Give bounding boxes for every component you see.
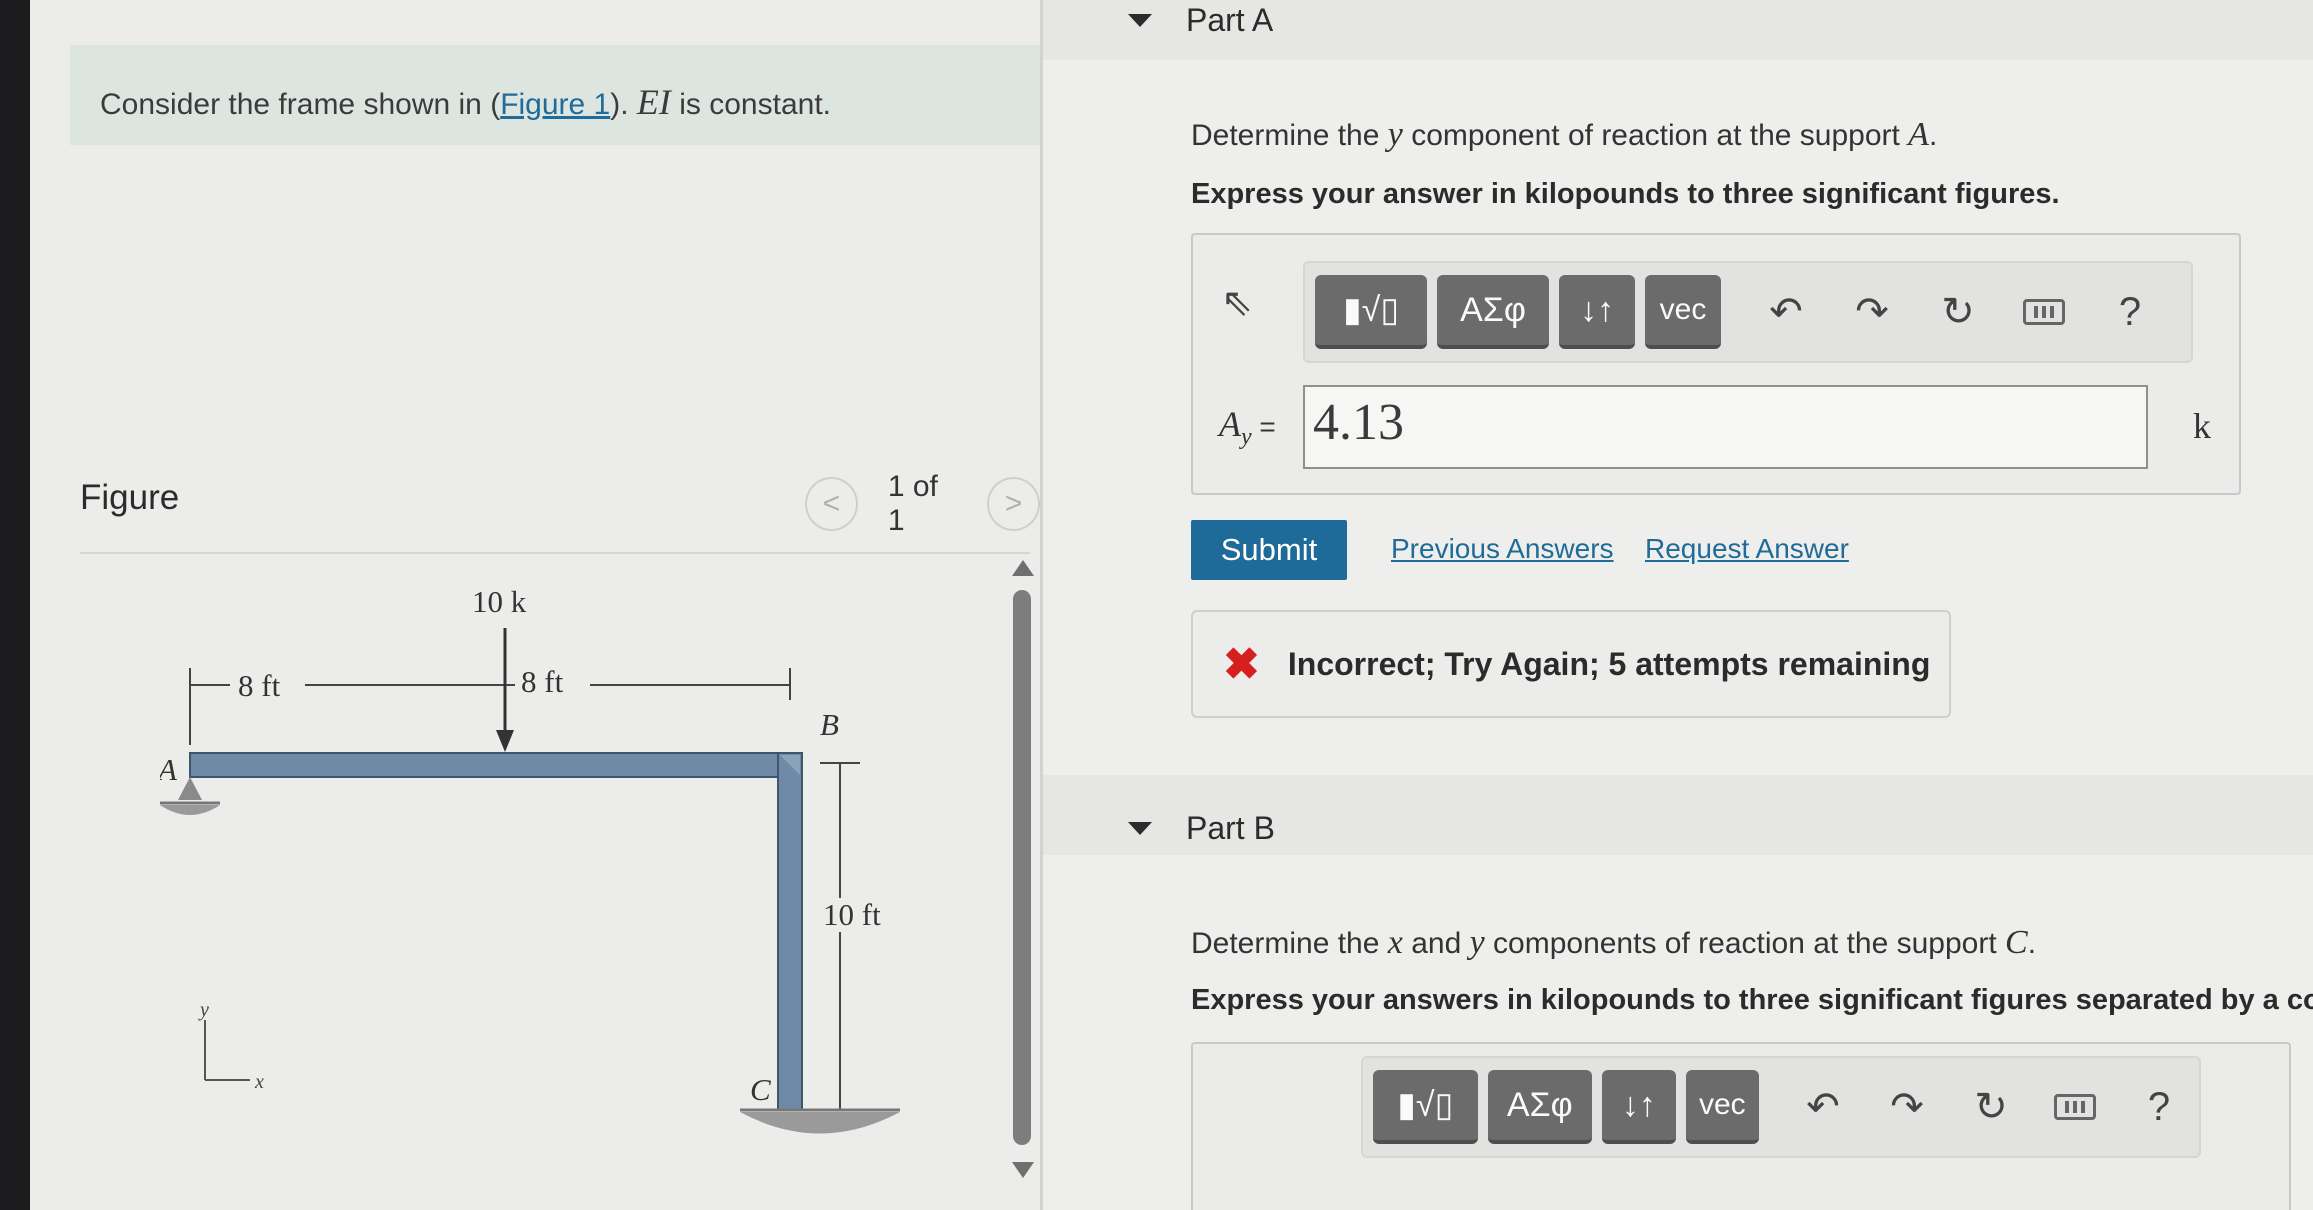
question-and: and xyxy=(1402,927,1470,960)
answer-var-sub: y xyxy=(1241,424,1252,451)
figure-page-indicator: 1 of 1 xyxy=(887,470,938,537)
column-bc xyxy=(777,752,803,1111)
part-a-math-toolbar: ▮√▯ ΑΣφ ↓↑ vec ↶ ↷ ↻ ? xyxy=(1303,261,2193,363)
load-arrow-head xyxy=(496,730,514,752)
question-variable: y xyxy=(1387,116,1403,153)
question-y: y xyxy=(1469,924,1485,961)
ground-a xyxy=(160,805,220,815)
submit-button[interactable]: Submit xyxy=(1191,520,1347,580)
previous-figure-button[interactable]: < xyxy=(805,477,858,531)
axis-x-label: x xyxy=(254,1071,264,1093)
point-c-label: C xyxy=(750,1072,771,1107)
point-b-label: B xyxy=(820,707,839,742)
mouse-cursor-icon: ⇖ xyxy=(1221,282,1253,324)
left-pane: Consider the frame shown in (Figure 1). … xyxy=(30,0,1041,1210)
figure-link[interactable]: Figure 1 xyxy=(500,88,610,121)
frame-diagram: 8 ft 8 ft 10 k A B 10 ft C y x xyxy=(160,584,900,1134)
part-a-header[interactable]: Part A xyxy=(1128,2,1273,39)
figure-title: Figure xyxy=(80,478,180,517)
pin-support-a xyxy=(178,777,202,800)
keyboard-icon[interactable] xyxy=(2013,281,2075,343)
answer-equals: = xyxy=(1251,411,1276,442)
collapse-triangle-icon[interactable] xyxy=(1128,822,1152,835)
problem-statement: Consider the frame shown in (Figure 1). … xyxy=(70,45,1040,145)
figure-divider xyxy=(80,552,1030,554)
subscript-button[interactable]: ↓↑ xyxy=(1602,1070,1676,1144)
vector-button[interactable]: vec xyxy=(1645,275,1721,349)
load-label: 10 k xyxy=(472,584,527,619)
greek-symbols-button[interactable]: ΑΣφ xyxy=(1487,1070,1592,1144)
feedback-text: Incorrect; Try Again; 5 attempts remaini… xyxy=(1287,645,1931,682)
question-middle: component of reaction at the support xyxy=(1402,119,1909,152)
ei-symbol: EI xyxy=(636,82,671,122)
redo-icon[interactable]: ↷ xyxy=(1877,1076,1937,1138)
problem-text-suffix: is constant. xyxy=(670,88,831,121)
redo-icon[interactable]: ↷ xyxy=(1841,281,1903,343)
help-icon[interactable]: ? xyxy=(2129,1076,2189,1138)
question-support: C xyxy=(2005,924,2028,961)
part-a-instruction: Express your answer in kilopounds to thr… xyxy=(1191,178,2060,210)
part-a-answer-box: ⇖ ▮√▯ ΑΣφ ↓↑ vec ↶ ↷ ↻ ? Ay = 4.13 k xyxy=(1191,233,2241,495)
height-label: 10 ft xyxy=(823,897,881,932)
question-x: x xyxy=(1387,924,1403,961)
question-suffix: . xyxy=(1928,119,1938,152)
scroll-up-arrow[interactable] xyxy=(1012,560,1034,576)
part-b-title: Part B xyxy=(1186,810,1275,846)
point-a-label: A xyxy=(160,752,178,787)
right-pane: Part A Determine the y component of reac… xyxy=(1043,0,2313,1210)
part-b-header[interactable]: Part B xyxy=(1128,810,1275,847)
question-support: A xyxy=(1908,116,1929,153)
greek-symbols-button[interactable]: ΑΣφ xyxy=(1437,275,1549,349)
question-prefix: Determine the xyxy=(1191,927,1388,960)
scroll-thumb[interactable] xyxy=(1013,590,1031,1145)
reset-icon[interactable]: ↻ xyxy=(1927,281,1989,343)
templates-button[interactable]: ▮√▯ xyxy=(1315,275,1427,349)
question-prefix: Determine the xyxy=(1191,119,1388,152)
vector-button[interactable]: vec xyxy=(1685,1070,1760,1144)
span-left-label: 8 ft xyxy=(238,668,281,703)
answer-unit: k xyxy=(2193,406,2211,446)
keyboard-icon[interactable] xyxy=(2045,1076,2105,1138)
collapse-triangle-icon[interactable] xyxy=(1128,14,1152,27)
question-suffix: . xyxy=(2027,927,2037,960)
span-right-label: 8 ft xyxy=(521,664,564,699)
templates-button[interactable]: ▮√▯ xyxy=(1373,1070,1478,1144)
previous-answers-link[interactable]: Previous Answers xyxy=(1391,533,1614,565)
answer-var-main: A xyxy=(1219,404,1241,444)
part-b-answer-box: ▮√▯ ΑΣφ ↓↑ vec ↶ ↷ ↻ ? xyxy=(1191,1042,2291,1210)
problem-text: Consider the frame shown in (Figure 1). … xyxy=(100,81,831,123)
answer-input[interactable]: 4.13 xyxy=(1303,385,2148,469)
reset-icon[interactable]: ↻ xyxy=(1961,1076,2021,1138)
beam-ab xyxy=(189,752,801,778)
part-b-math-toolbar: ▮√▯ ΑΣφ ↓↑ vec ↶ ↷ ↻ ? xyxy=(1361,1056,2201,1158)
question-middle: components of reaction at the support xyxy=(1484,927,2005,960)
problem-text-middle: ). xyxy=(610,88,629,121)
scroll-down-arrow[interactable] xyxy=(1012,1162,1034,1178)
part-a-title: Part A xyxy=(1186,2,1274,38)
request-answer-link[interactable]: Request Answer xyxy=(1645,533,1849,565)
ground-c xyxy=(740,1112,900,1134)
screen-edge xyxy=(0,0,30,1210)
feedback-message: ✖ Incorrect; Try Again; 5 attempts remai… xyxy=(1191,610,1951,718)
problem-text-prefix: Consider the frame shown in ( xyxy=(100,88,501,121)
part-a-question: Determine the y component of reaction at… xyxy=(1191,116,1937,154)
figure-pager: < 1 of 1 > xyxy=(805,470,1041,538)
help-icon[interactable]: ? xyxy=(2099,281,2161,343)
part-b-question: Determine the x and y components of reac… xyxy=(1191,924,2036,962)
error-x-icon: ✖ xyxy=(1223,639,1260,689)
subscript-button[interactable]: ↓↑ xyxy=(1559,275,1635,349)
part-b-instruction: Express your answers in kilopounds to th… xyxy=(1191,984,2313,1016)
figure-scrollbar[interactable] xyxy=(1012,560,1034,1180)
answer-variable-label: Ay = xyxy=(1219,403,1276,451)
undo-icon[interactable]: ↶ xyxy=(1755,281,1817,343)
next-figure-button[interactable]: > xyxy=(987,477,1041,531)
axis-y-label: y xyxy=(198,999,209,1021)
undo-icon[interactable]: ↶ xyxy=(1793,1076,1853,1138)
